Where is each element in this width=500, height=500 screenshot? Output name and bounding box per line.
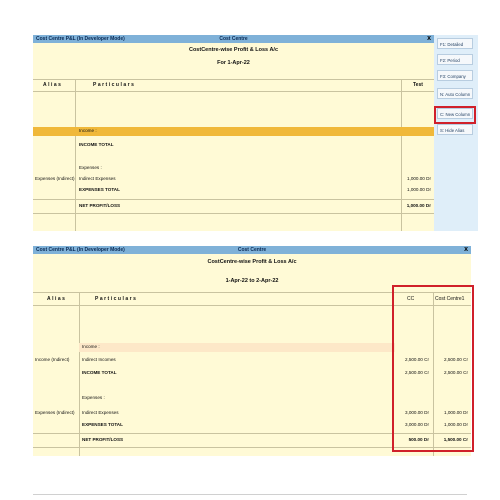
top-expenses-total-value: 1,000.00 Dr <box>406 187 431 192</box>
bottom-expenses-group: Expenses : <box>82 395 105 400</box>
top-expenses-total: EXPENSES TOTAL <box>79 187 120 192</box>
bottom-income-group: Income : <box>82 344 100 349</box>
top-net-value: 1,000.00 Dr <box>406 203 431 208</box>
bottom-income-band <box>79 343 395 352</box>
top-report-period: For 1-Apr-22 <box>217 60 250 66</box>
bottom-income-alias: Income (Indirect) <box>35 357 70 362</box>
bottom-title-left: Cost Centre P&L (In Developer Mode) <box>36 247 125 253</box>
auto-column-button[interactable]: N: Auto Column <box>437 88 473 99</box>
top-report-body: CostCentre-wise Profit & Loss A/c For 1-… <box>33 43 434 231</box>
top-report-title: CostCentre-wise Profit & Loss A/c <box>188 47 279 53</box>
top-indirect-expenses[interactable]: Indirect Expenses <box>79 176 116 181</box>
bottom-title-bar: Cost Centre Cost Centre P&L (In Develope… <box>33 246 471 254</box>
divider <box>33 494 467 495</box>
bottom-col-particulars: Particulars <box>95 296 138 302</box>
bottom-close-icon[interactable]: x <box>464 246 468 254</box>
bottom-indirect-incomes[interactable]: Indirect Incomes <box>82 357 116 362</box>
bottom-report-period: 1-Apr-22 to 2-Apr-22 <box>225 278 279 284</box>
top-col-particulars: Particulars <box>93 82 136 88</box>
top-button-bar: F1: Detailed F2: Period F3: Company N: A… <box>434 35 478 231</box>
top-col-alias: Alias <box>43 82 63 88</box>
top-title-left: Cost Centre P&L (In Developer Mode) <box>36 36 125 42</box>
top-net-profit-loss: NET PROFIT/LOSS <box>79 203 121 208</box>
top-indirect-expenses-value: 1,000.00 Dr <box>406 176 431 181</box>
bottom-indirect-expenses[interactable]: Indirect Expenses <box>82 410 119 415</box>
top-income-total: INCOME TOTAL <box>79 142 114 147</box>
bottom-expenses-total: EXPENSES TOTAL <box>82 422 123 427</box>
bottom-net-profit-loss: NET PROFIT/LOSS <box>82 437 124 442</box>
bottom-report-title: CostCentre-wise Profit & Loss A/c <box>207 259 297 265</box>
top-report-window: Cost Centre Cost Centre P&L (In Develope… <box>33 35 434 231</box>
top-col-test: Test <box>413 82 423 88</box>
new-column-highlight <box>434 106 476 124</box>
top-title-bar: Cost Centre Cost Centre P&L (In Develope… <box>33 35 434 43</box>
top-expenses-alias: Expenses (Indirect) <box>35 176 75 181</box>
top-expenses-group: Expenses : <box>79 165 102 170</box>
company-button[interactable]: F3: Company <box>437 70 473 81</box>
bottom-income-total: INCOME TOTAL <box>82 370 117 375</box>
detailed-button[interactable]: F1: Detailed <box>437 38 473 49</box>
period-button[interactable]: F2: Period <box>437 54 473 65</box>
top-income-group: Income : <box>79 128 97 133</box>
bottom-expenses-alias: Expenses (Indirect) <box>35 410 75 415</box>
bottom-col-alias: Alias <box>47 296 67 302</box>
new-columns-highlight <box>392 285 474 452</box>
top-close-icon[interactable]: x <box>427 35 431 43</box>
hide-alias-button[interactable]: S: Hide Alias <box>437 124 473 135</box>
